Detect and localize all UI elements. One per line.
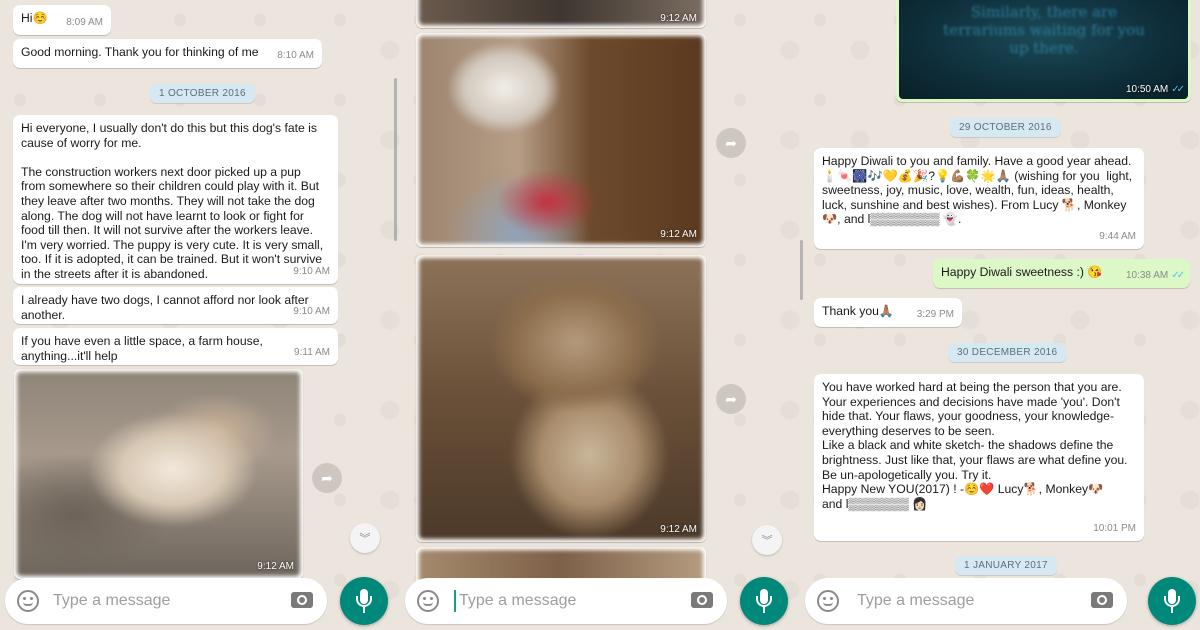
message-time-text: 10:38 AM (1125, 270, 1169, 282)
mic-button[interactable] (340, 577, 388, 625)
message-text: Thank you🙏🏽 (822, 304, 895, 318)
camera-icon[interactable] (691, 592, 713, 608)
mic-icon-stem (363, 607, 365, 613)
message-bubble-outgoing[interactable]: Happy Diwali sweetness :) 😘 10:38 AM ✓✓ (933, 259, 1190, 288)
date-divider: 30 DECEMBER 2016 (948, 343, 1067, 362)
emoji-icon[interactable] (17, 590, 39, 612)
message-bubble[interactable]: Happy Diwali to you and family. Have a g… (814, 148, 1144, 249)
chat-panel-1[interactable]: Hi☺️ 8:09 AM Good morning. Thank you for… (0, 0, 400, 630)
message-text: If you have even a little space, a farm … (21, 334, 267, 363)
photo-time: 10:50 AM ✓✓ (1125, 84, 1185, 95)
message-input-bar[interactable]: Type a message (805, 578, 1127, 624)
quote-text: Similarly, there are terrariums waiting … (943, 3, 1150, 57)
message-text: You have worked hard at being the person… (822, 380, 1128, 511)
image-message[interactable]: Similarly, there are terrariums waiting … (896, 0, 1191, 102)
photo-message[interactable]: 9:12 AM (416, 0, 706, 28)
photo-time-text: 10:50 AM (1125, 84, 1169, 95)
mic-icon-cup (356, 596, 372, 607)
message-bubble[interactable]: If you have even a little space, a farm … (13, 328, 338, 365)
double-check-icon: ✓✓ (1171, 84, 1185, 95)
chat-panel-2[interactable]: 9:12 AM 9:12 AM 9:12 AM ➦ ➦ ︾ Type a mes… (400, 0, 800, 630)
mic-icon-cup (756, 596, 772, 607)
message-text: Hi everyone, I usually don't do this but… (21, 121, 324, 281)
forward-icon[interactable]: ➦ (716, 128, 746, 158)
message-input[interactable]: Type a message (53, 592, 170, 610)
photo-time: 9:12 AM (660, 524, 697, 535)
camera-icon[interactable] (291, 592, 313, 608)
message-time: 8:10 AM (277, 50, 314, 62)
mic-icon-cup (1164, 596, 1180, 607)
page: Hi☺️ 8:09 AM Good morning. Thank you for… (0, 0, 1200, 630)
message-bubble[interactable]: I already have two dogs, I cannot afford… (13, 287, 338, 324)
date-divider: 29 OCTOBER 2016 (950, 118, 1061, 137)
emoji-icon[interactable] (817, 590, 839, 612)
message-text: I already have two dogs, I cannot afford… (21, 293, 313, 322)
message-input[interactable]: Type a message (459, 592, 576, 610)
message-time: 9:11 AM (294, 347, 330, 359)
photo-time: 9:12 AM (660, 13, 697, 24)
mic-icon-stem (763, 607, 765, 613)
message-time: 9:44 AM (1099, 231, 1136, 243)
photo-time: 9:12 AM (660, 229, 697, 240)
emoji-icon[interactable] (417, 590, 439, 612)
message-input-bar[interactable]: Type a message (5, 578, 327, 624)
photo-message[interactable]: 9:12 AM (416, 33, 706, 247)
text-caret (454, 590, 456, 612)
message-time: 9:10 AM (293, 266, 330, 278)
message-input-bar[interactable]: Type a message (405, 578, 727, 624)
message-time: 10:38 AM ✓✓ (1125, 269, 1185, 284)
message-text: Good morning. Thank you for thinking of … (21, 45, 259, 59)
mic-icon-stem (1171, 607, 1173, 613)
camera-icon[interactable] (1091, 592, 1113, 608)
date-divider: 1 OCTOBER 2016 (150, 84, 255, 103)
photo-message[interactable]: 9:12 AM (14, 369, 303, 579)
chat-panel-3[interactable]: Similarly, there are terrariums waiting … (800, 0, 1200, 630)
puppy-photo (17, 372, 300, 576)
puppy-photo (419, 36, 703, 244)
message-bubble[interactable]: You have worked hard at being the person… (814, 374, 1144, 541)
scrollbar[interactable] (394, 78, 397, 241)
message-text: Happy Diwali to you and family. Have a g… (822, 154, 1136, 227)
mic-button[interactable] (1148, 577, 1196, 625)
message-input[interactable]: Type a message (857, 592, 974, 610)
message-bubble[interactable]: Hi everyone, I usually don't do this but… (13, 115, 338, 284)
puppy-photo (419, 258, 703, 539)
mic-button[interactable] (740, 577, 788, 625)
photo-message[interactable]: 9:12 AM (416, 255, 706, 542)
message-time: 8:09 AM (66, 17, 103, 29)
scrollbar[interactable] (800, 240, 803, 300)
forward-icon[interactable]: ➦ (312, 463, 342, 493)
scroll-down-icon[interactable]: ︾ (752, 525, 782, 555)
message-text: Hi☺️ (21, 11, 48, 25)
message-bubble[interactable]: Hi☺️ 8:09 AM (13, 5, 111, 35)
message-text: Happy Diwali sweetness :) 😘 (941, 265, 1103, 279)
message-time: 9:10 AM (293, 306, 330, 318)
message-time: 10:01 PM (1093, 523, 1136, 535)
scroll-down-icon[interactable]: ︾ (350, 523, 380, 553)
double-check-icon: ✓✓ (1171, 270, 1185, 282)
message-time: 3:29 PM (916, 309, 954, 321)
message-bubble[interactable]: Thank you🙏🏽 3:29 PM (814, 298, 962, 327)
photo-time: 9:12 AM (257, 561, 294, 572)
forward-icon[interactable]: ➦ (716, 384, 746, 414)
message-bubble[interactable]: Good morning. Thank you for thinking of … (13, 39, 322, 68)
date-divider: 1 JANUARY 2017 (955, 556, 1057, 575)
